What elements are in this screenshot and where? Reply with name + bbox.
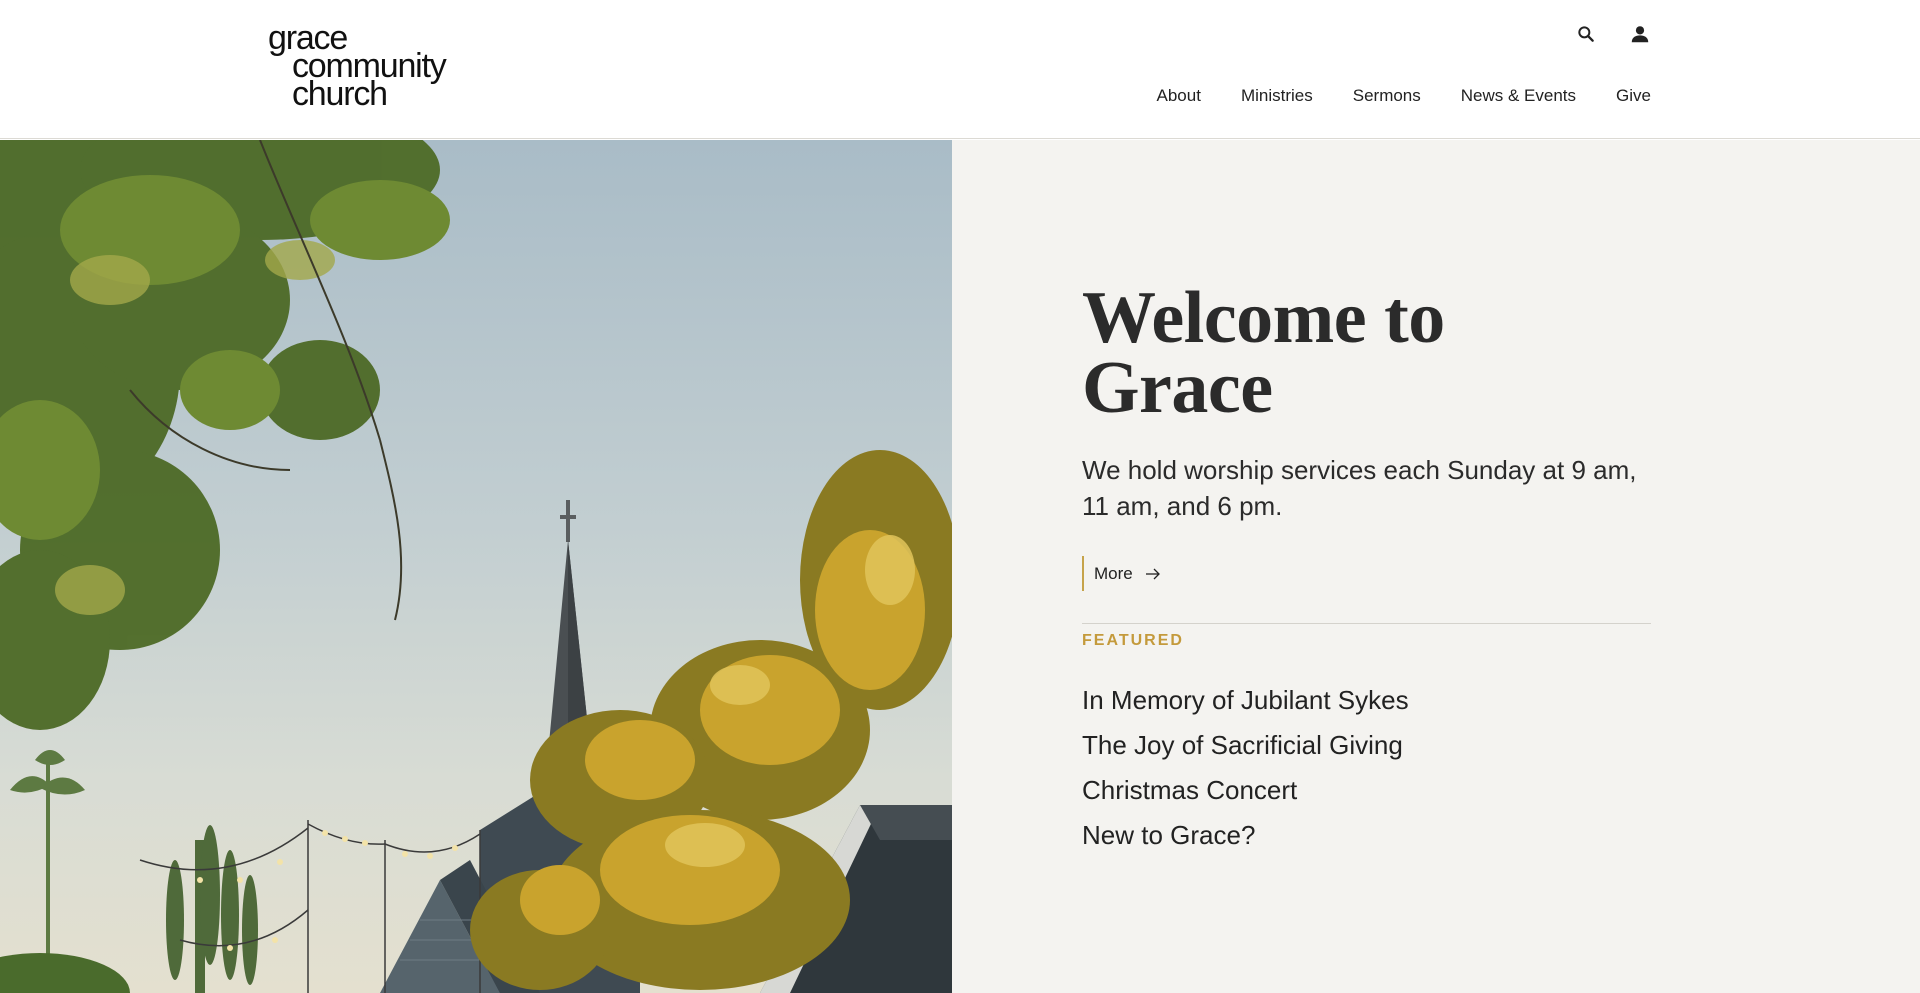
header-utility-icons	[1574, 22, 1652, 46]
nav-item-sermons[interactable]: Sermons	[1353, 86, 1421, 106]
user-icon[interactable]	[1628, 22, 1652, 46]
nav-item-ministries[interactable]: Ministries	[1241, 86, 1313, 106]
main-navigation: About Ministries Sermons News & Events G…	[1157, 86, 1652, 106]
featured-item-jubilant-sykes[interactable]: In Memory of Jubilant Sykes	[1082, 678, 1409, 723]
welcome-heading: Welcome to Grace	[1082, 277, 1602, 429]
hero-church-photo	[0, 140, 952, 993]
search-icon[interactable]	[1574, 22, 1598, 46]
hero-welcome-panel: Welcome to Grace We hold worship service…	[952, 140, 1920, 993]
welcome-heading-line2: Grace	[1082, 347, 1273, 429]
service-times-text: We hold worship services each Sunday at …	[1082, 455, 1637, 521]
featured-list: In Memory of Jubilant Sykes The Joy of S…	[1082, 678, 1409, 858]
more-link-label: More	[1094, 563, 1133, 583]
featured-item-new-to-grace[interactable]: New to Grace?	[1082, 813, 1409, 858]
nav-item-give[interactable]: Give	[1616, 86, 1651, 106]
arrow-right-icon	[1145, 568, 1160, 579]
welcome-heading-line1: Welcome to	[1082, 277, 1445, 359]
featured-item-sacrificial-giving[interactable]: The Joy of Sacrificial Giving	[1082, 723, 1409, 768]
nav-item-about[interactable]: About	[1157, 86, 1201, 106]
featured-item-christmas-concert[interactable]: Christmas Concert	[1082, 768, 1409, 813]
featured-divider	[1082, 623, 1651, 624]
church-logo[interactable]: grace community church	[268, 21, 447, 111]
more-link[interactable]: More	[1082, 556, 1161, 591]
featured-label: FEATURED	[1082, 632, 1184, 649]
nav-item-news-events[interactable]: News & Events	[1461, 86, 1576, 106]
site-header: grace community church About Ministries …	[0, 0, 1920, 139]
